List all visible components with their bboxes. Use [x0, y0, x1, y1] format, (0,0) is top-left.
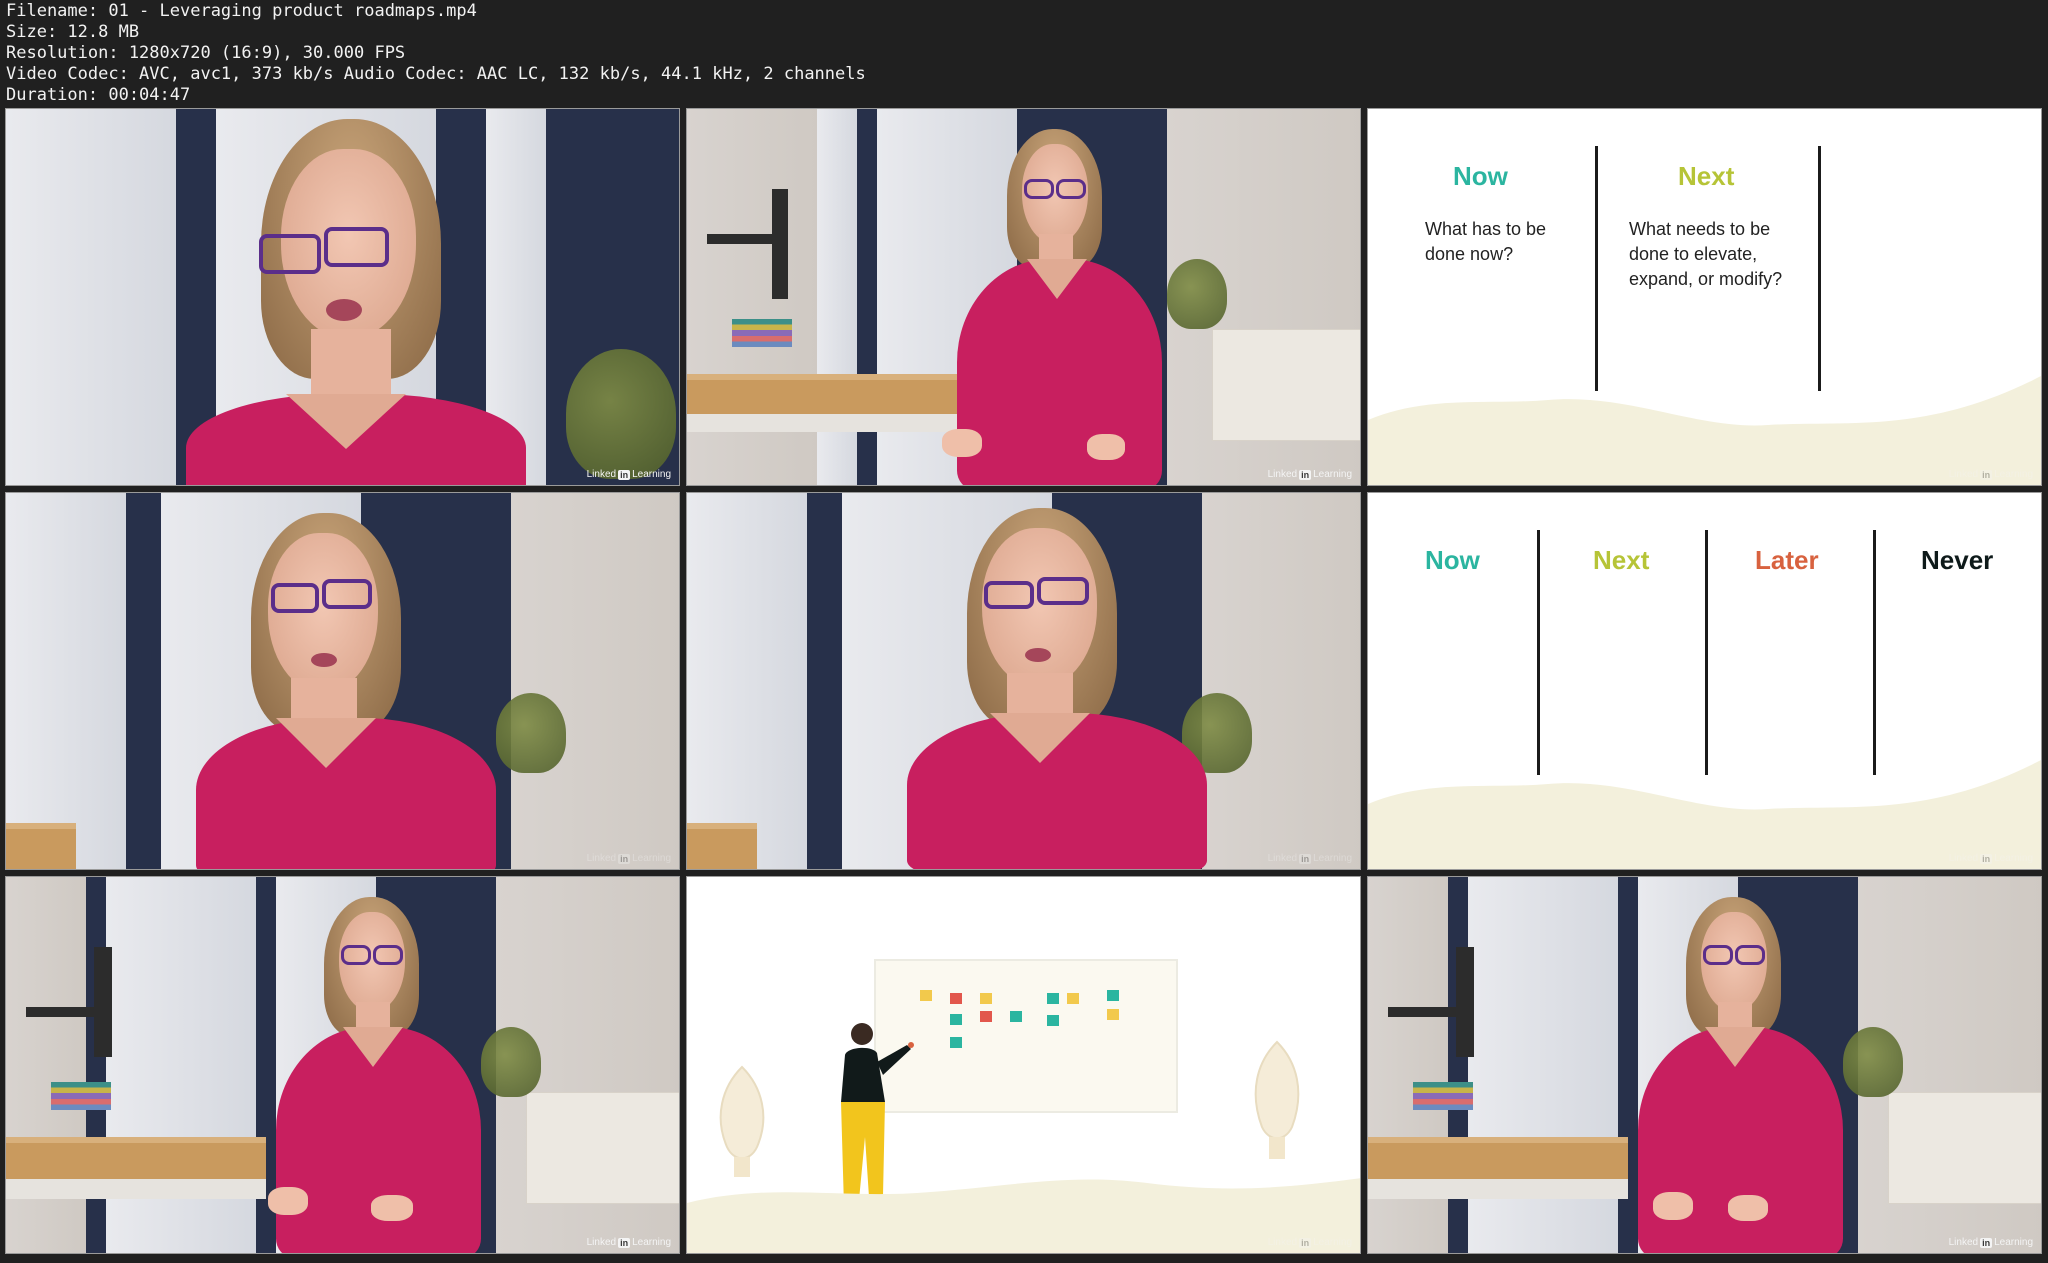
- resolution-line: Resolution: 1280x720 (16:9), 30.000 FPS: [6, 43, 406, 63]
- thumbnail-1[interactable]: Linked in Learning: [5, 108, 680, 486]
- thumbnail-4[interactable]: Linked in Learning: [5, 492, 680, 870]
- heading-next: Next: [1593, 545, 1650, 575]
- linkedin-learning-watermark: Linked in Learning: [1267, 469, 1352, 480]
- heading-next: Next: [1678, 161, 1735, 191]
- sticky-note-icon: [920, 990, 932, 1001]
- codec-line: Video Codec: AVC, avc1, 373 kb/s Audio C…: [6, 64, 866, 84]
- books-icon: [732, 319, 792, 347]
- sticky-note-icon: [980, 1011, 992, 1022]
- sticky-note-icon: [950, 1014, 962, 1025]
- text-next: What needs to be done to elevate, expand…: [1629, 219, 1783, 289]
- sticky-note-icon: [1047, 993, 1059, 1004]
- sticky-note-icon: [1107, 1009, 1119, 1020]
- linkedin-learning-watermark: Linked in Learning: [586, 1237, 671, 1248]
- sticky-note-icon: [1047, 1015, 1059, 1026]
- linkedin-learning-watermark: Linked in Learning: [1948, 1237, 2033, 1248]
- thumbnail-6-slide-four-columns[interactable]: Now Next Later Never Linked in Learning: [1367, 492, 2042, 870]
- linkedin-learning-watermark: Linked in Learning: [586, 469, 671, 480]
- wave-decoration: [1368, 759, 2041, 869]
- duration-line: Duration: 00:04:47: [6, 85, 191, 105]
- linkedin-learning-watermark: Linked in Learning: [586, 853, 671, 864]
- heading-now: Now: [1425, 545, 1480, 575]
- thumbnail-7[interactable]: Linked in Learning: [5, 876, 680, 1254]
- books-icon: [1413, 1082, 1473, 1110]
- linkedin-learning-watermark: Linked in Learning: [1267, 1237, 1352, 1248]
- thumbnail-2[interactable]: Linked in Learning: [686, 108, 1361, 486]
- books-icon: [51, 1082, 111, 1110]
- thumbnail-9[interactable]: Linked in Learning: [1367, 876, 2042, 1254]
- thumbnail-3-slide-now-next[interactable]: Now What has to be done now? Next What n…: [1367, 108, 2042, 486]
- monitor-icon: [94, 947, 112, 1057]
- monitor-icon: [1456, 947, 1474, 1057]
- filename-line: Filename: 01 - Leveraging product roadma…: [6, 1, 477, 21]
- heading-now: Now: [1453, 161, 1508, 191]
- divider: [1537, 530, 1540, 775]
- wave-decoration: [1368, 375, 2041, 485]
- file-info: Filename: 01 - Leveraging product roadma…: [6, 1, 866, 106]
- sticky-note-icon: [950, 993, 962, 1004]
- sticky-note-icon: [950, 1037, 962, 1048]
- wave-decoration: [687, 1178, 1360, 1253]
- sticky-note-icon: [980, 993, 992, 1004]
- linkedin-learning-watermark: Linked in Learning: [1948, 853, 2033, 864]
- sticky-note-icon: [1067, 993, 1079, 1004]
- linkedin-learning-watermark: Linked in Learning: [1948, 469, 2033, 480]
- thumbnail-8-illustration[interactable]: Linked in Learning: [686, 876, 1361, 1254]
- divider: [1873, 530, 1876, 775]
- linkedin-learning-watermark: Linked in Learning: [1267, 853, 1352, 864]
- sticky-note-icon: [1107, 990, 1119, 1001]
- divider: [1705, 530, 1708, 775]
- thumbnail-5[interactable]: Linked in Learning: [686, 492, 1361, 870]
- thumbnail-grid: Linked in Learning Linked in Learning No…: [5, 108, 2043, 1258]
- size-line: Size: 12.8 MB: [6, 22, 140, 42]
- heading-never: Never: [1921, 545, 1994, 575]
- monitor-icon: [772, 189, 788, 299]
- divider: [1595, 146, 1598, 391]
- text-now: What has to be done now?: [1425, 219, 1547, 264]
- heading-later: Later: [1755, 545, 1819, 575]
- sticky-note-icon: [1010, 1011, 1022, 1022]
- divider: [1818, 146, 1821, 391]
